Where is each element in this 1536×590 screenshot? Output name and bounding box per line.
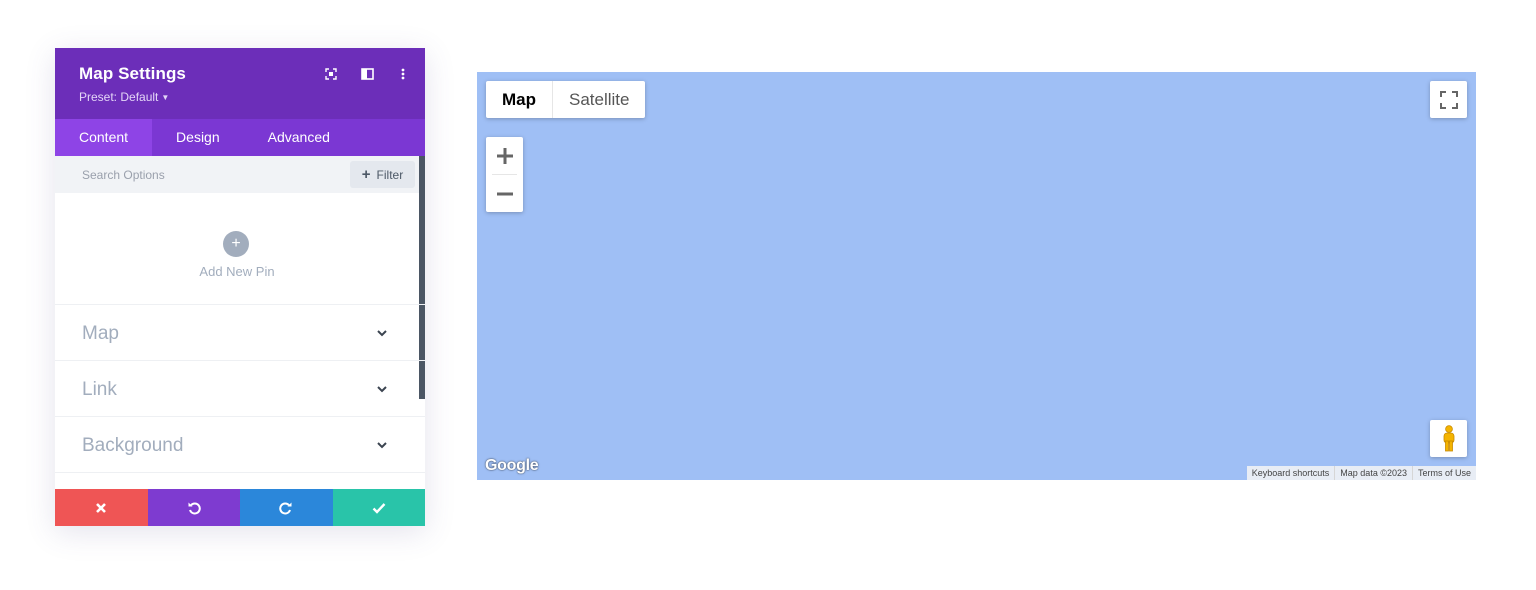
redo-icon [279, 502, 292, 514]
toggle-background-label: Background [82, 435, 184, 456]
chevron-down-icon [377, 330, 387, 337]
terms-of-use-link[interactable]: Terms of Use [1411, 466, 1476, 480]
search-options-input[interactable] [69, 162, 329, 187]
plus-icon [496, 147, 513, 164]
undo-icon [188, 502, 201, 514]
fullscreen-icon [1439, 90, 1458, 109]
filter-label: Filter [376, 167, 404, 182]
plus-icon: + [361, 166, 371, 183]
map-type-map-button[interactable]: Map [486, 81, 552, 118]
split-view-icon[interactable] [359, 66, 375, 82]
preset-selector[interactable]: Preset: Default ▼ [79, 90, 169, 104]
tab-advanced[interactable]: Advanced [244, 119, 354, 156]
add-pin-plus-icon[interactable]: + [223, 231, 249, 257]
discard-button[interactable] [55, 489, 148, 526]
toggle-map-label: Map [82, 323, 119, 344]
redo-button[interactable] [240, 489, 333, 526]
zoom-control [486, 137, 523, 212]
toggle-background[interactable]: Background [55, 417, 425, 473]
filter-button[interactable]: + Filter [350, 161, 415, 188]
pegman-icon [1443, 424, 1454, 451]
street-view-pegman-button[interactable] [1430, 420, 1467, 457]
checkmark-icon [372, 502, 386, 514]
chevron-down-icon [377, 386, 387, 393]
map-type-control: Map Satellite [486, 81, 646, 118]
map-data-label: Map data ©2023 [1334, 466, 1412, 480]
toggle-link[interactable]: Link [55, 361, 425, 417]
add-pin-section: + Add New Pin [55, 193, 425, 305]
keyboard-shortcuts-link[interactable]: Keyboard shortcuts [1247, 466, 1335, 480]
zoom-in-button[interactable] [486, 137, 523, 174]
panel-header: Map Settings Preset: Default ▼ [55, 48, 425, 119]
fullscreen-button[interactable] [1430, 81, 1467, 118]
zoom-out-button[interactable] [486, 175, 523, 212]
chevron-down-icon [377, 442, 387, 449]
map-attribution: Keyboard shortcuts Map data ©2023 Terms … [1246, 466, 1476, 480]
tab-design[interactable]: Design [152, 119, 244, 156]
header-icons [323, 66, 411, 82]
map-type-satellite-button[interactable]: Satellite [553, 81, 645, 118]
action-bar [55, 489, 425, 526]
minus-icon [496, 192, 513, 195]
add-new-pin-label[interactable]: Add New Pin [55, 264, 419, 279]
preset-label: Preset: Default [79, 90, 159, 104]
toggle-link-label: Link [82, 379, 117, 400]
close-icon [96, 502, 107, 513]
save-button[interactable] [332, 489, 425, 526]
search-row: + Filter [55, 156, 425, 193]
caret-down-icon: ▼ [161, 93, 170, 102]
more-options-icon[interactable] [395, 66, 411, 82]
fullscreen-panel-icon[interactable] [323, 66, 339, 82]
settings-tabs: Content Design Advanced [55, 119, 425, 156]
undo-button[interactable] [147, 489, 240, 526]
map-settings-panel: Map Settings Preset: Default ▼ Content De… [55, 48, 425, 526]
panel-title: Map Settings [79, 64, 186, 83]
toggle-map[interactable]: Map [55, 305, 425, 361]
map-canvas[interactable]: Map Satellite Google Keyboard shortcuts … [477, 72, 1476, 480]
google-logo[interactable]: Google [485, 457, 539, 475]
tab-content[interactable]: Content [55, 119, 153, 156]
